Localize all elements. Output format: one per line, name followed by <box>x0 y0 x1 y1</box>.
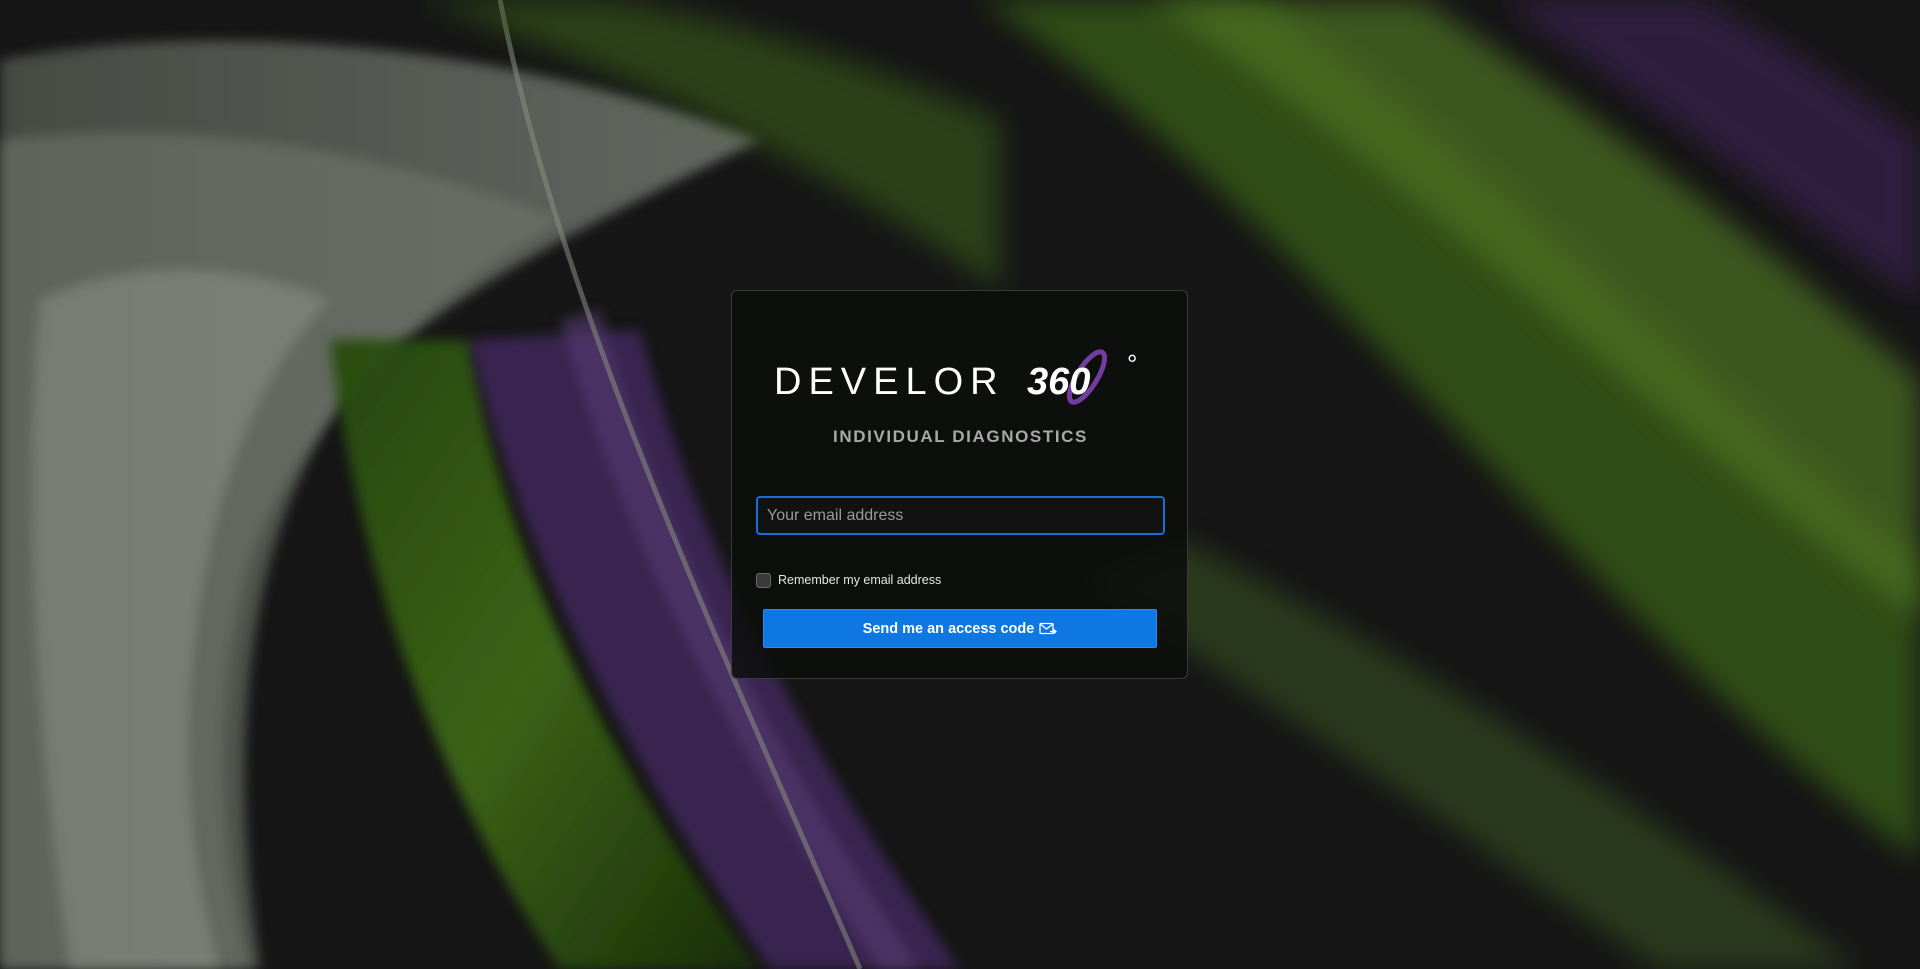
remember-email-checkbox[interactable] <box>756 572 771 588</box>
send-access-code-label: Send me an access code <box>862 620 1035 637</box>
svg-text:DEVELOR: DEVELOR <box>774 361 1005 403</box>
logo-wordmark: DEVELOR 360 ° <box>774 349 1137 405</box>
svg-text:°: ° <box>1127 349 1137 379</box>
mail-send-icon <box>1039 622 1058 634</box>
login-card: DEVELOR 360 ° INDIVIDUAL DIAGNOSTICS Rem… <box>731 290 1188 679</box>
remember-email-row[interactable]: Remember my email address <box>756 571 941 589</box>
logo-subtitle: INDIVIDUAL DIAGNOSTICS <box>833 427 1088 446</box>
email-field[interactable] <box>756 496 1165 535</box>
develor-360-logo: DEVELOR 360 ° <box>774 349 1146 413</box>
svg-text:360: 360 <box>1027 361 1090 403</box>
remember-email-label[interactable]: Remember my email address <box>778 573 941 587</box>
send-access-code-button[interactable]: Send me an access code <box>763 609 1157 648</box>
